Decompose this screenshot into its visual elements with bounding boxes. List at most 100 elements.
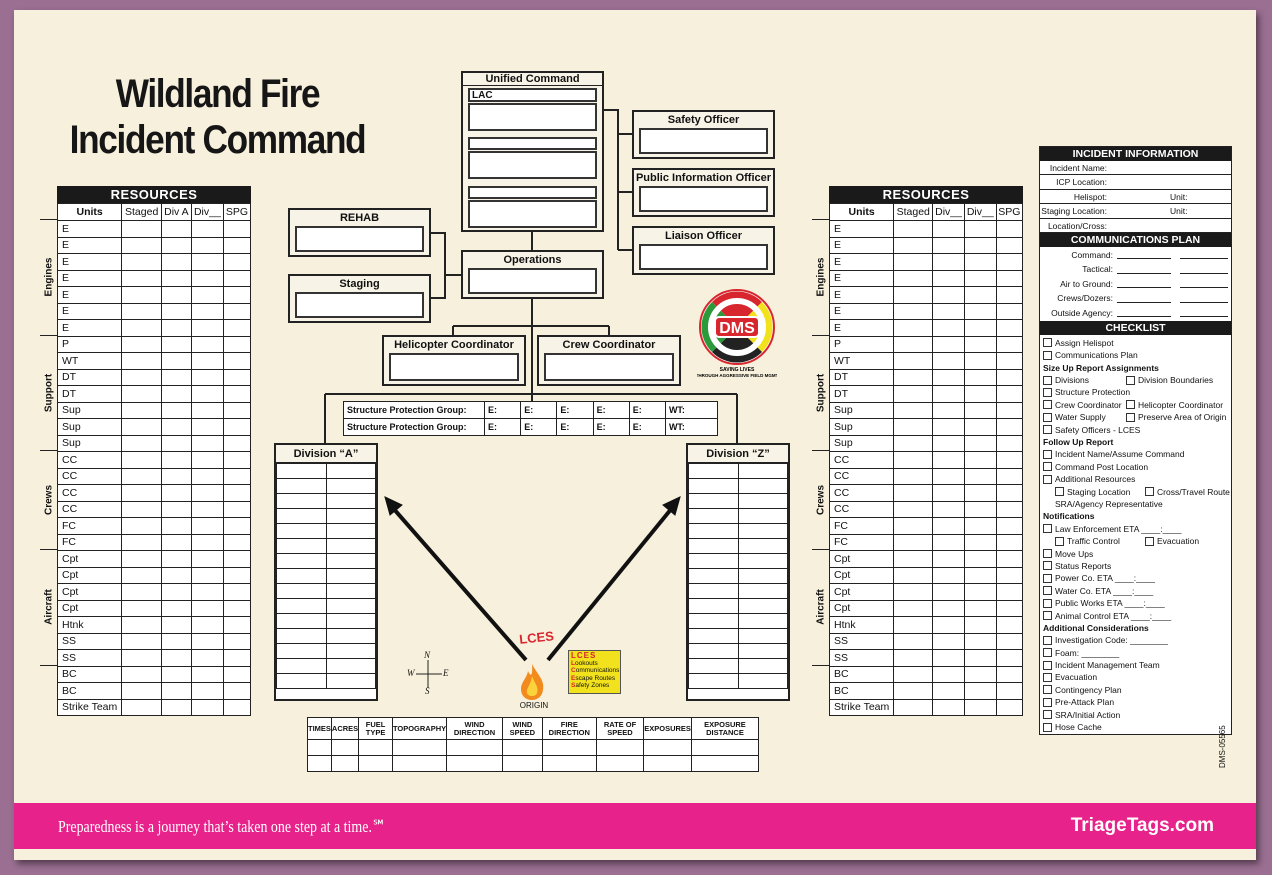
checkbox[interactable] [1043, 611, 1052, 620]
spg-cell[interactable]: WT: [664, 401, 719, 419]
division-cell[interactable] [276, 493, 327, 509]
division-cell[interactable] [737, 643, 788, 659]
conditions-cell[interactable] [690, 755, 760, 772]
checkbox[interactable] [1043, 412, 1052, 422]
helicopter-coordinator-field[interactable] [389, 353, 519, 381]
division-cell[interactable] [737, 583, 788, 599]
conditions-cell[interactable] [501, 739, 543, 756]
checkbox[interactable] [1043, 586, 1052, 596]
uc-name-field-2[interactable] [468, 151, 597, 179]
checkbox[interactable] [1043, 660, 1052, 670]
division-cell[interactable] [325, 508, 376, 524]
division-cell[interactable] [325, 658, 376, 674]
division-cell[interactable] [276, 583, 327, 599]
division-cell[interactable] [276, 538, 327, 554]
division-cell[interactable] [737, 658, 788, 674]
division-cell[interactable] [325, 583, 376, 599]
incident-field[interactable]: Location/Cross: [1040, 219, 1231, 233]
checkbox[interactable] [1126, 412, 1135, 422]
comm-line[interactable] [1180, 272, 1228, 274]
spg-cell[interactable]: E: [592, 418, 630, 436]
conditions-cell[interactable] [690, 739, 760, 756]
spg-cell[interactable]: E: [592, 401, 630, 419]
spg-cell[interactable]: E: [628, 418, 666, 436]
comm-field[interactable]: Crews/Dozers: [1040, 291, 1231, 305]
uc-agency-field-2[interactable] [468, 137, 597, 150]
division-cell[interactable] [688, 463, 739, 479]
checkbox[interactable] [1126, 375, 1135, 385]
division-cell[interactable] [325, 598, 376, 614]
comm-line[interactable] [1180, 315, 1228, 317]
division-cell[interactable] [737, 553, 788, 569]
division-cell[interactable] [276, 508, 327, 524]
division-cell[interactable] [737, 493, 788, 509]
rehab-field[interactable] [295, 226, 424, 252]
division-cell[interactable] [737, 568, 788, 584]
checkbox[interactable] [1043, 474, 1052, 484]
checkbox[interactable] [1043, 449, 1052, 459]
conditions-cell[interactable] [501, 755, 543, 772]
division-cell[interactable] [688, 583, 739, 599]
division-cell[interactable] [325, 643, 376, 659]
conditions-cell[interactable] [595, 755, 645, 772]
division-cell[interactable] [325, 523, 376, 539]
incident-field[interactable]: ICP Location: [1040, 175, 1231, 190]
division-cell[interactable] [276, 673, 327, 689]
spg-cell[interactable]: E: [556, 418, 594, 436]
division-cell[interactable] [276, 643, 327, 659]
spg-cell[interactable]: E: [483, 401, 522, 419]
conditions-cell[interactable] [643, 739, 692, 756]
spg-cell[interactable]: E: [483, 418, 522, 436]
checkbox[interactable] [1043, 338, 1052, 348]
checkbox[interactable] [1043, 400, 1052, 410]
spg-cell[interactable]: E: [556, 401, 594, 419]
checkbox[interactable] [1043, 425, 1052, 435]
comm-line[interactable] [1117, 301, 1171, 303]
division-cell[interactable] [276, 613, 327, 629]
division-cell[interactable] [276, 478, 327, 494]
checkbox[interactable] [1043, 350, 1052, 360]
division-cell[interactable] [688, 628, 739, 644]
conditions-cell[interactable] [307, 755, 332, 772]
checkbox[interactable] [1043, 635, 1052, 645]
division-cell[interactable] [325, 478, 376, 494]
checkbox[interactable] [1043, 648, 1052, 658]
division-cell[interactable] [688, 553, 739, 569]
division-cell[interactable] [325, 493, 376, 509]
checkbox[interactable] [1043, 387, 1052, 397]
uc-name-field-3[interactable] [468, 200, 597, 228]
division-cell[interactable] [737, 628, 788, 644]
division-cell[interactable] [688, 673, 739, 689]
division-cell[interactable] [688, 568, 739, 584]
conditions-cell[interactable] [643, 755, 692, 772]
conditions-cell[interactable] [595, 739, 645, 756]
division-cell[interactable] [325, 553, 376, 569]
conditions-cell[interactable] [391, 755, 448, 772]
comm-line[interactable] [1117, 287, 1171, 289]
lac-field[interactable]: LAC [468, 88, 597, 102]
spg-cell[interactable]: E: [520, 418, 558, 436]
division-cell[interactable] [276, 568, 327, 584]
footer-site-link[interactable]: TriageTags.com [1071, 815, 1214, 837]
division-cell[interactable] [737, 613, 788, 629]
checkbox[interactable] [1043, 598, 1052, 608]
spg-cell[interactable]: WT: [664, 418, 719, 436]
conditions-cell[interactable] [446, 755, 503, 772]
comm-field[interactable]: Command: [1040, 248, 1231, 262]
division-cell[interactable] [688, 658, 739, 674]
division-cell[interactable] [688, 508, 739, 524]
division-cell[interactable] [325, 538, 376, 554]
staging-field[interactable] [295, 292, 424, 318]
division-cell[interactable] [737, 673, 788, 689]
division-cell[interactable] [688, 538, 739, 554]
incident-field[interactable]: Helispot: Unit: [1040, 190, 1231, 205]
checkbox[interactable] [1043, 561, 1052, 571]
division-cell[interactable] [737, 523, 788, 539]
comm-line[interactable] [1180, 258, 1228, 260]
checkbox[interactable] [1043, 697, 1052, 707]
division-cell[interactable] [325, 613, 376, 629]
comm-line[interactable] [1117, 258, 1171, 260]
lac-name-field[interactable] [468, 103, 597, 131]
division-cell[interactable] [737, 598, 788, 614]
division-cell[interactable] [737, 478, 788, 494]
